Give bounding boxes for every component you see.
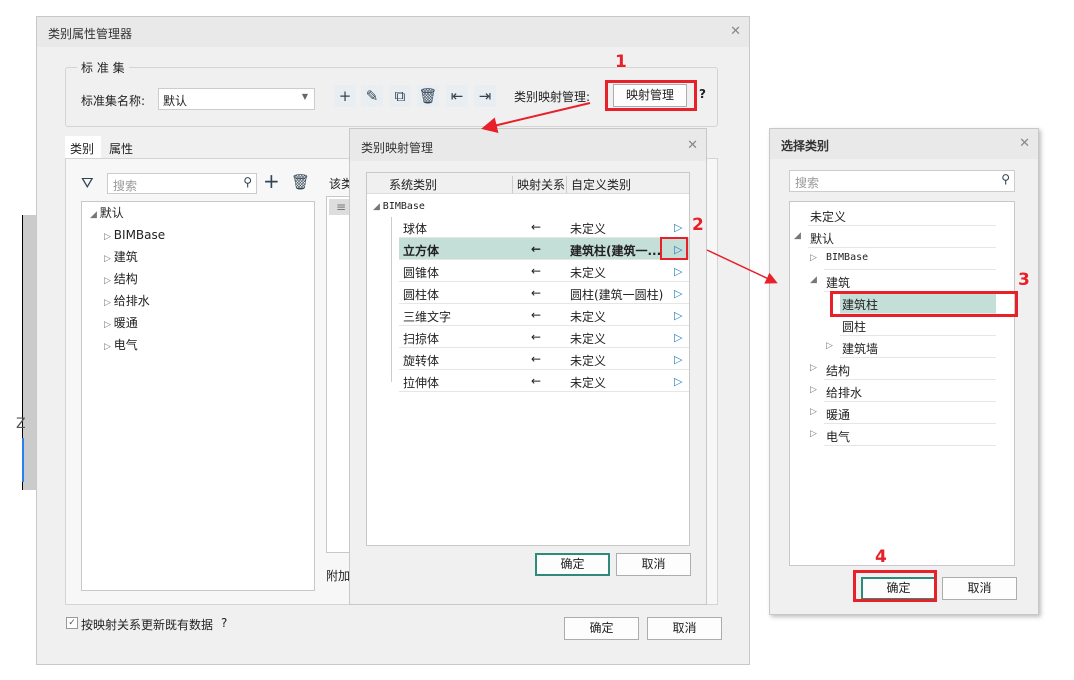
arrow-step1 [481,102,591,134]
arrow-step2 [706,249,778,284]
annotation-arrows [481,102,778,284]
